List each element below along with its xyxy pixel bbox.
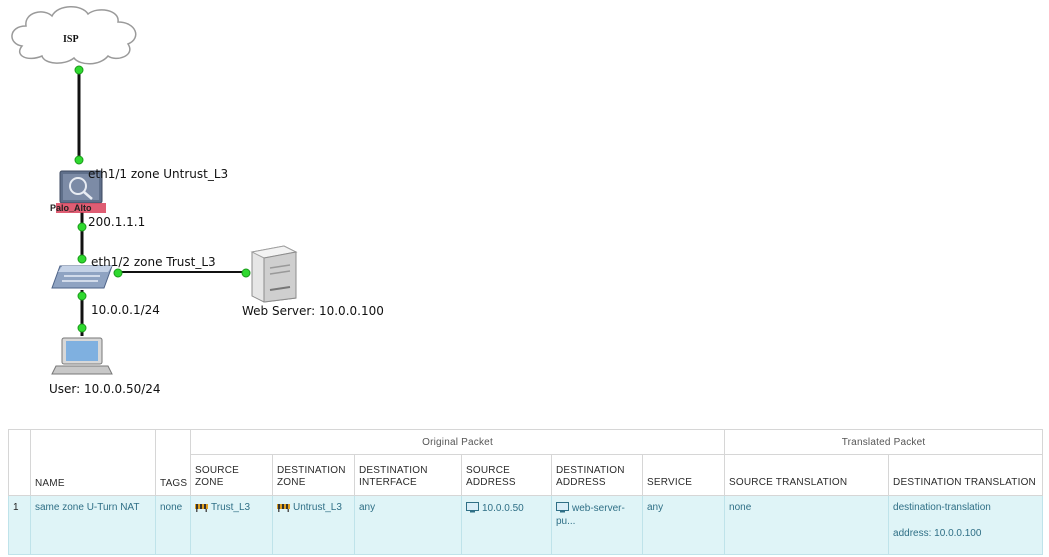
link-dot [77, 222, 87, 232]
isp-label: ISP [63, 34, 79, 45]
trust-interface-zone: eth1/2 zone Trust_L3 [91, 255, 216, 269]
source-zone-value: Trust_L3 [211, 502, 251, 513]
trust-interface-ip: 10.0.0.1/24 [91, 303, 160, 317]
address-object-icon [466, 502, 479, 516]
column-header-source-address[interactable]: SOURCE ADDRESS [461, 454, 552, 496]
rule-tags: none [155, 495, 191, 555]
row-index: 1 [8, 495, 31, 555]
address-object-icon [556, 502, 569, 516]
link-dot [241, 268, 251, 278]
source-address-value: 10.0.0.50 [482, 503, 524, 514]
link-dot [74, 155, 84, 165]
column-header-destination-zone[interactable]: DESTINATION ZONE [272, 454, 355, 496]
table-row[interactable]: 1 same zone U-Turn NAT none Trust_L3 Unt… [8, 495, 1044, 555]
column-header-tags[interactable]: TAGS [155, 429, 191, 496]
link-dot [77, 254, 87, 264]
trust-interface-label: eth1/2 zone Trust_L3 10.0.0.1/24 [91, 222, 216, 334]
rule-destination-address[interactable]: web-server-pu... [551, 495, 643, 555]
rule-service[interactable]: any [641, 495, 726, 555]
column-header-source-zone[interactable]: SOURCE ZONE [190, 454, 273, 496]
zone-icon [195, 502, 208, 515]
column-header-destination-translation[interactable]: DESTINATION TRANSLATION [888, 454, 1044, 496]
rule-source-address[interactable]: 10.0.0.50 [461, 495, 552, 555]
rule-source-translation[interactable]: none [724, 495, 890, 555]
index-header [8, 429, 31, 496]
rule-destination-interface[interactable]: any [354, 495, 462, 555]
original-packet-header: Original Packet [189, 429, 726, 455]
link-dot [77, 323, 87, 333]
web-server-icon [250, 245, 298, 303]
column-header-service[interactable]: SERVICE [641, 454, 726, 496]
column-header-source-translation[interactable]: SOURCE TRANSLATION [724, 454, 890, 496]
firewall-label: Palo_Alto [50, 203, 92, 213]
web-server-label: Web Server: 10.0.0.100 [242, 304, 384, 318]
untrust-interface-zone: eth1/1 zone Untrust_L3 [88, 167, 229, 181]
rule-destination-zone[interactable]: Untrust_L3 [272, 495, 355, 555]
destination-zone-value: Untrust_L3 [293, 502, 342, 513]
rule-source-zone[interactable]: Trust_L3 [190, 495, 273, 555]
rule-destination-translation[interactable]: destination-translation address: 10.0.0.… [888, 495, 1044, 555]
table-group-header-row: NAME TAGS Original Packet Translated Pac… [8, 429, 1044, 496]
user-laptop-icon [51, 337, 113, 375]
user-label: User: 10.0.0.50/24 [49, 382, 161, 396]
column-header-name[interactable]: NAME [30, 429, 156, 496]
destination-translation-type: destination-translation [893, 502, 991, 513]
column-header-destination-interface[interactable]: DESTINATION INTERFACE [354, 454, 462, 496]
translated-packet-header: Translated Packet [724, 429, 1044, 455]
rule-name[interactable]: same zone U-Turn NAT [30, 495, 156, 555]
nat-rule-table: NAME TAGS Original Packet Translated Pac… [8, 429, 1044, 555]
link-dot [77, 291, 87, 301]
destination-translation-address: address: 10.0.0.100 [893, 528, 982, 539]
zone-icon [277, 502, 290, 515]
column-header-destination-address[interactable]: DESTINATION ADDRESS [551, 454, 643, 496]
link-dot [74, 65, 84, 75]
